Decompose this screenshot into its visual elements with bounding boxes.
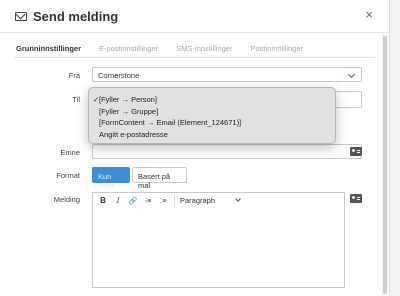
dropdown-option[interactable]: [FormContent → Email (Element_124671)] xyxy=(99,117,335,129)
fra-select-value: Cornerstone xyxy=(98,71,140,80)
scrollbar-thumb[interactable] xyxy=(383,36,387,294)
contact-card-icon[interactable] xyxy=(350,147,362,156)
dropdown-option-label: Angitt e-postadresse xyxy=(99,129,168,139)
contact-card-icon[interactable] xyxy=(350,194,362,203)
til-dropdown-menu: ✓[Fyller → Person] [Fyller → Gruppe] [Fo… xyxy=(88,87,336,144)
dropdown-option[interactable]: [Fyller → Gruppe] xyxy=(99,106,335,118)
italic-icon[interactable]: I xyxy=(112,196,124,205)
close-icon[interactable]: × xyxy=(365,7,373,22)
dialog-title: Send melding xyxy=(33,8,119,24)
dialog-header: Send melding × xyxy=(0,0,389,33)
fra-label: Fra xyxy=(68,71,80,80)
paragraph-select[interactable]: Paragraph xyxy=(180,196,242,205)
envelope-icon xyxy=(15,11,27,21)
send-message-dialog: Send melding × Grunninnstillinger E-post… xyxy=(0,0,390,296)
paragraph-select-value: Paragraph xyxy=(180,196,216,205)
tab-sms-innstillinger[interactable]: SMS-innstillinger xyxy=(174,44,234,57)
melding-label: Melding xyxy=(53,195,80,204)
editor-toolbar: B I 🔗 ⁝≡ ⁚≡ Paragraph xyxy=(92,192,345,209)
format-template-button[interactable]: Basert på mal xyxy=(132,167,187,190)
tab-grunninnstillinger[interactable]: Grunninnstillinger xyxy=(14,44,83,57)
ordered-list-icon[interactable]: ⁝≡ xyxy=(142,197,154,205)
chevron-down-icon xyxy=(347,70,356,79)
dropdown-option-label: [Fyller → Person] xyxy=(99,95,157,104)
link-icon[interactable]: 🔗 xyxy=(127,197,139,205)
format-label: Format xyxy=(56,171,80,180)
dropdown-option-label: [Fyller → Gruppe] xyxy=(99,106,159,116)
chevron-down-icon xyxy=(235,196,241,202)
tab-e-postinnstillinger[interactable]: E-postinnstillinger xyxy=(97,44,160,57)
dropdown-option[interactable]: Angitt e-postadresse xyxy=(99,129,335,141)
emne-input[interactable] xyxy=(92,144,362,159)
dropdown-option[interactable]: ✓[Fyller → Person] xyxy=(93,94,335,106)
bold-icon[interactable]: B xyxy=(97,196,109,205)
bullet-list-icon[interactable]: ⁚≡ xyxy=(157,197,169,205)
til-label: Til xyxy=(72,95,80,104)
format-plain-text-button[interactable]: Kun tekst xyxy=(92,167,130,190)
emne-label: Emne xyxy=(60,148,80,157)
toolbar-divider xyxy=(174,194,175,207)
tab-bar: Grunninnstillinger E-postinnstillinger S… xyxy=(14,44,375,58)
tab-postinnstillinger[interactable]: Postinnstillinger xyxy=(248,44,305,57)
dropdown-option-label: [FormContent → Email (Element_124671)] xyxy=(99,118,242,127)
fra-select[interactable]: Cornerstone xyxy=(92,67,362,82)
message-editor[interactable] xyxy=(92,208,345,288)
